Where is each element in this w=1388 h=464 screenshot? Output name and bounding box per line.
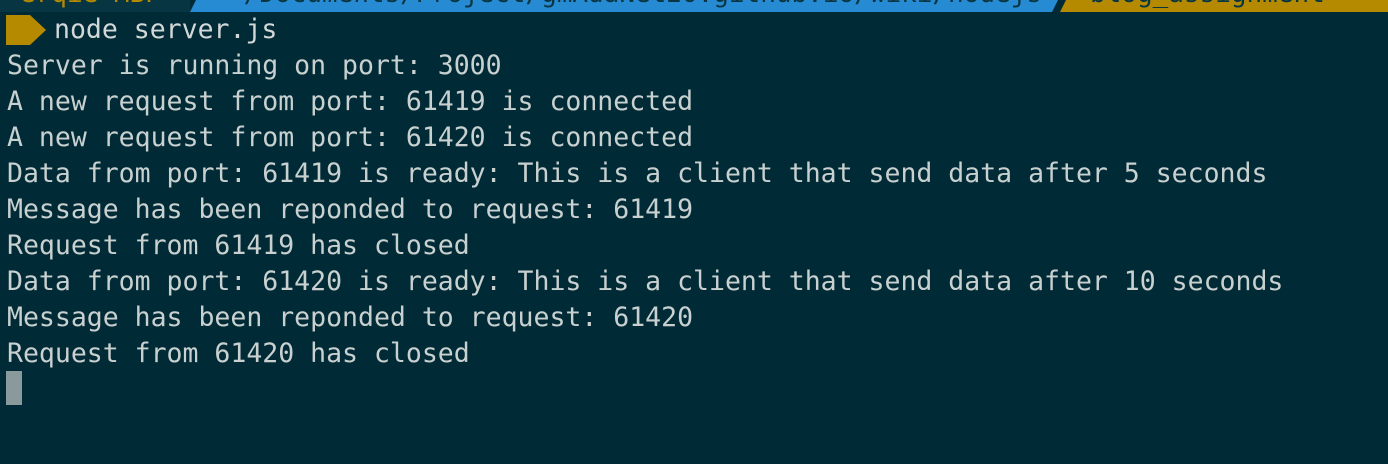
prompt-host-segment: erqie-MBP <box>0 0 190 12</box>
terminal-output: Server is running on port: 3000 A new re… <box>7 48 1283 372</box>
powerline-prompt-bar: erqie-MBP ~/Documents/Project/gmAdaNet20… <box>0 0 1388 12</box>
text-cursor <box>6 371 22 405</box>
output-line: Request from 61419 has closed <box>7 230 470 261</box>
prompt-git-branch-segment: blog_assignment <box>1060 0 1388 12</box>
terminal-window[interactable]: erqie-MBP ~/Documents/Project/gmAdaNet20… <box>0 0 1388 464</box>
output-line: Data from port: 61419 is ready: This is … <box>7 158 1268 189</box>
command-prompt-line: node server.js <box>0 12 277 48</box>
prompt-path-segment: ~/Documents/Project/gmAdaNet20.github.io… <box>190 0 1070 12</box>
output-line: Request from 61420 has closed <box>7 338 470 369</box>
output-line: Server is running on port: 3000 <box>7 50 502 81</box>
output-line: A new request from port: 61419 is connec… <box>7 86 694 117</box>
output-line: Message has been reponded to request: 61… <box>7 302 694 333</box>
output-line: A new request from port: 61420 is connec… <box>7 122 694 153</box>
output-line: Message has been reponded to request: 61… <box>7 194 694 225</box>
output-line: Data from port: 61420 is ready: This is … <box>7 266 1284 297</box>
command-text: node server.js <box>54 14 278 45</box>
prompt-arrow-icon <box>6 15 46 45</box>
